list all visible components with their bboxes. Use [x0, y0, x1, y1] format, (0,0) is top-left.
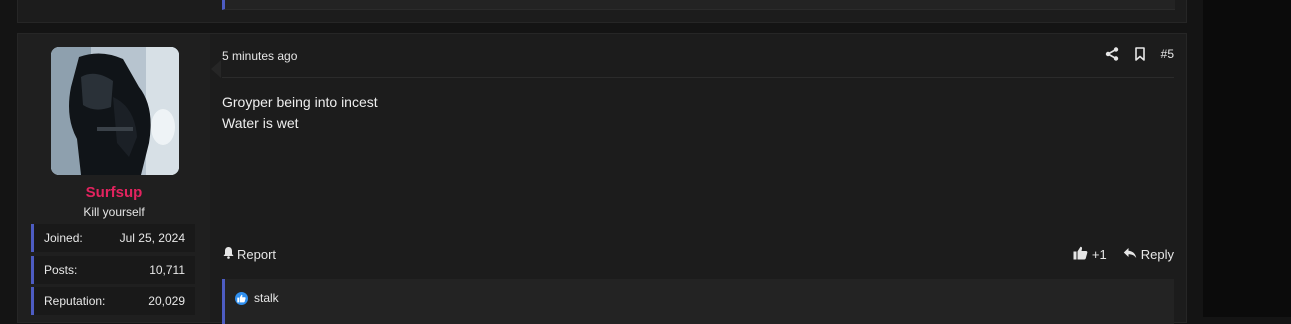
stat-value: Jul 25, 2024: [119, 231, 185, 245]
stat-posts: Posts: 10,711: [31, 256, 195, 284]
forum-post: Surfsup Kill yourself Joined: Jul 25, 20…: [17, 33, 1187, 324]
post-body-line: Groyper being into incest: [222, 94, 378, 110]
like-reaction-icon: [235, 291, 248, 305]
stat-value: 20,029: [148, 294, 185, 308]
post-timestamp[interactable]: 5 minutes ago: [222, 49, 297, 63]
thumbs-up-icon: [1073, 246, 1088, 263]
share-icon[interactable]: [1105, 47, 1119, 61]
stat-label: Reputation:: [44, 294, 106, 308]
avatar[interactable]: [51, 47, 179, 175]
reply-label: Reply: [1140, 247, 1174, 262]
reply-button[interactable]: Reply: [1123, 247, 1174, 262]
stat-label: Joined:: [44, 231, 83, 245]
stat-label: Posts:: [44, 263, 78, 277]
reactor-name[interactable]: stalk: [254, 291, 279, 305]
previous-reactions-bar: [222, 0, 1175, 10]
stat-reputation: Reputation: 20,029: [31, 287, 195, 315]
reactions-summary: stalk: [235, 291, 279, 305]
page-gutter: [1203, 0, 1291, 317]
bell-icon: [222, 246, 235, 262]
report-button[interactable]: Report: [222, 246, 276, 262]
post-main: 5 minutes ago #5 Groyper being into ince…: [210, 34, 1186, 324]
previous-post: [17, 0, 1187, 23]
stat-joined: Joined: Jul 25, 2024: [31, 224, 195, 252]
avatar-image: [51, 47, 179, 175]
username[interactable]: Surfsup: [18, 184, 210, 201]
post-body-line: Water is wet: [222, 115, 299, 131]
like-count: +1: [1091, 247, 1107, 262]
post-body: Groyper being into incest Water is wet: [222, 92, 378, 134]
post-footer: Report +1 Reply: [222, 242, 1174, 266]
post-footer-actions: +1 Reply: [1073, 246, 1174, 263]
post-header: 5 minutes ago #5: [222, 34, 1174, 78]
like-button[interactable]: +1: [1073, 246, 1107, 263]
reactions-bar[interactable]: stalk: [222, 279, 1174, 324]
post-header-actions: #5: [1105, 47, 1174, 61]
stat-value: 10,711: [149, 263, 185, 277]
user-info-column: Surfsup Kill yourself Joined: Jul 25, 20…: [18, 34, 210, 322]
report-label: Report: [237, 246, 277, 262]
post-number-link[interactable]: #5: [1161, 47, 1174, 61]
reply-arrow-icon: [1123, 247, 1137, 262]
bookmark-icon[interactable]: [1133, 47, 1147, 61]
user-title: Kill yourself: [83, 205, 145, 219]
